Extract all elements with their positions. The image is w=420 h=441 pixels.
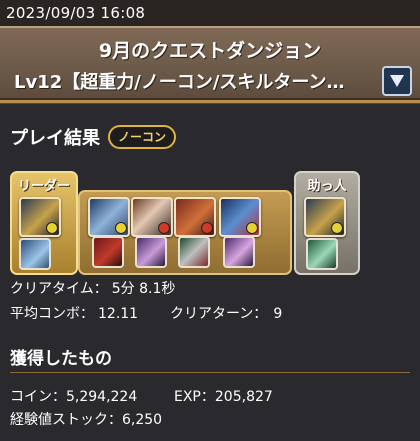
avg-combo-value: 12.11 [98, 306, 139, 322]
attribute-orb-icon [246, 222, 258, 234]
triangle-down-icon [390, 75, 404, 87]
attribute-orb-icon [46, 222, 58, 234]
member-assist-2[interactable] [135, 236, 167, 268]
members-box [78, 190, 292, 275]
coin-label: コイン： [10, 389, 66, 405]
helper-label: 助っ人 [307, 179, 347, 194]
floor-name: Lv12【超重力/ノーコン/スキルターン… [14, 72, 345, 93]
exp-value: 205,827 [214, 389, 273, 405]
attribute-orb-icon [331, 222, 343, 234]
leader-label: リーダー [17, 179, 70, 194]
leader-assist[interactable] [19, 238, 51, 270]
result-panel: プレイ結果 ノーコン リーダー 助っ人 クリアタイム： 5分 8.1秒 平均コン… [0, 103, 420, 441]
attribute-orb-icon [201, 222, 213, 234]
clear-turn-label: クリアターン： [170, 306, 268, 322]
clear-turn-value: 9 [273, 306, 283, 322]
member-monster-1[interactable] [88, 197, 130, 237]
member-monster-4[interactable] [219, 197, 261, 237]
combo-turn-line: 平均コンボ： 12.11 クリアターン： 9 [10, 303, 282, 323]
helper-assist[interactable] [306, 238, 338, 270]
clear-time-label: クリアタイム： [10, 281, 108, 297]
member-monster-3[interactable] [174, 197, 216, 237]
dungeon-title: 9月のクエストダンジョン [98, 40, 322, 62]
clear-time-value: 5分 8.1秒 [111, 281, 176, 297]
floor-dropdown-button[interactable] [382, 66, 412, 96]
avg-combo-label: 平均コンボ： [10, 306, 94, 322]
leader-box: リーダー [10, 171, 78, 275]
member-monster-2[interactable] [131, 197, 173, 237]
coin-exp-line: コイン：5,294,224 EXP：205,827 [10, 386, 273, 406]
result-title: プレイ結果 [10, 128, 100, 149]
dungeon-header: 9月のクエストダンジョン Lv12【超重力/ノーコン/スキルターン… [0, 26, 420, 103]
helper-monster[interactable] [304, 197, 346, 237]
rewards-title: 獲得したもの [10, 349, 112, 369]
coin-value: 5,294,224 [66, 389, 138, 405]
exp-stock-line: 経験値ストック：6,250 [10, 409, 162, 429]
exp-stock-label: 経験値ストック： [10, 412, 122, 428]
exp-stock-value: 6,250 [122, 412, 163, 428]
exp-label: EXP： [174, 389, 215, 405]
rewards-divider [10, 372, 410, 373]
result-heading: プレイ結果 ノーコン [10, 124, 177, 150]
no-continue-badge: ノーコン [108, 125, 177, 149]
member-assist-4[interactable] [223, 236, 255, 268]
member-assist-3[interactable] [178, 236, 210, 268]
leader-monster[interactable] [19, 197, 61, 237]
attribute-orb-icon [158, 222, 170, 234]
member-assist-1[interactable] [92, 236, 124, 268]
attribute-orb-icon [115, 222, 127, 234]
helper-box: 助っ人 [294, 171, 360, 275]
clear-time-line: クリアタイム： 5分 8.1秒 [10, 278, 175, 298]
timestamp: 2023/09/03 16:08 [0, 0, 420, 26]
